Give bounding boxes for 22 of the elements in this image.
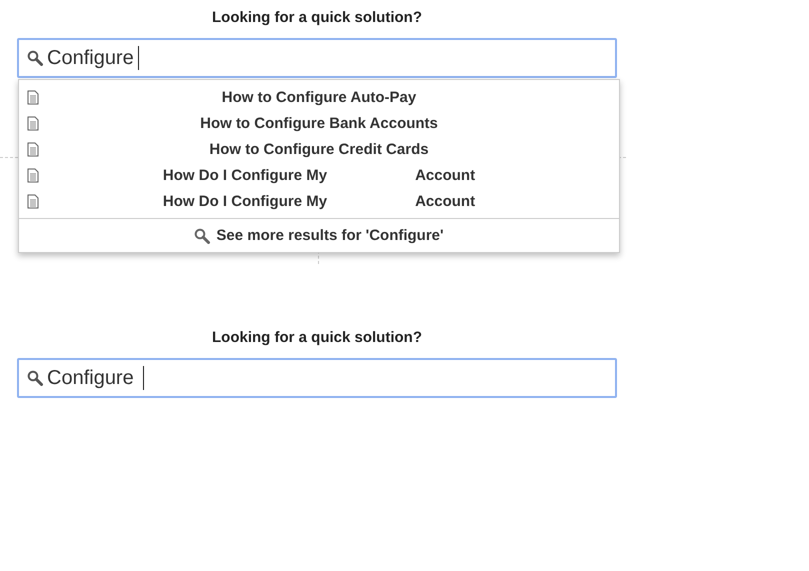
search-icon — [194, 228, 210, 244]
section-title: Looking for a quick solution? — [212, 329, 422, 346]
search-text: Configure — [47, 46, 134, 70]
suggestion-item[interactable]: How to Configure Credit Cards — [19, 140, 619, 158]
suggestion-item[interactable]: How Do I Configure My Account — [19, 166, 619, 184]
search-icon — [27, 50, 43, 66]
search-field[interactable]: Configure — [17, 38, 617, 78]
section-title: Looking for a quick solution? — [212, 9, 422, 26]
document-icon — [27, 168, 39, 182]
document-icon — [27, 142, 39, 156]
suggestion-item[interactable]: How to Configure Bank Accounts — [19, 114, 619, 132]
search-icon — [27, 370, 43, 386]
document-icon — [27, 90, 39, 104]
search-field[interactable]: Configure — [17, 358, 617, 398]
see-more-results-button[interactable]: See more results for 'Configure' — [19, 218, 619, 252]
suggestion-item[interactable]: How to Configure Auto-Pay — [19, 88, 619, 106]
suggestion-item[interactable]: How Do I Configure My Account — [19, 192, 619, 210]
text-cursor — [138, 46, 139, 70]
search-text: Configure — [47, 366, 135, 390]
document-icon — [27, 194, 39, 208]
text-cursor — [143, 366, 144, 390]
document-icon — [27, 116, 39, 130]
